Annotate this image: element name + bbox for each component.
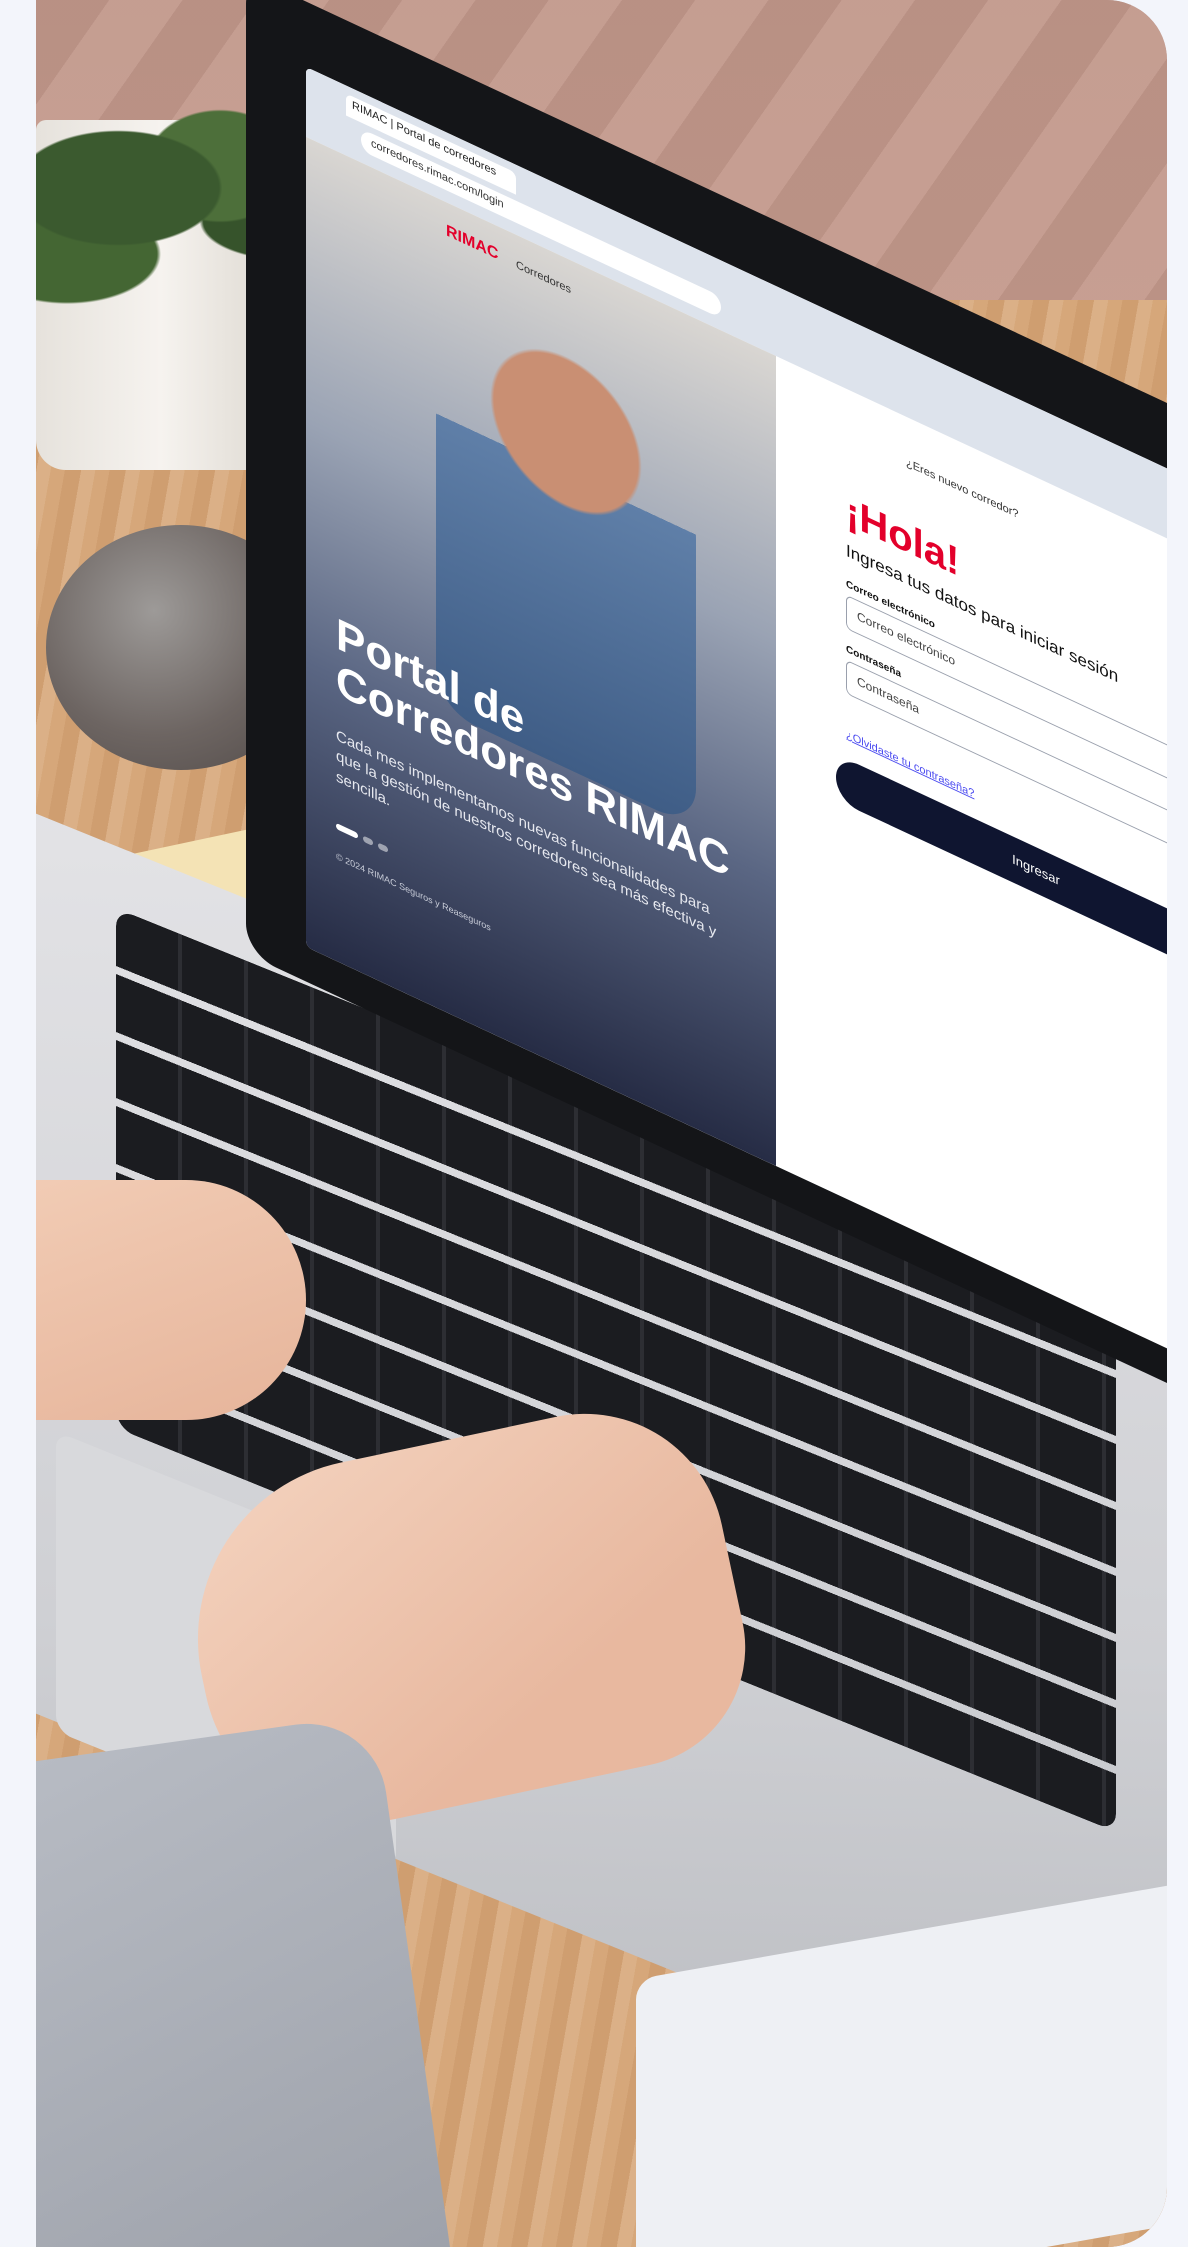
new-broker-text: ¿Eres nuevo corredor? — [906, 456, 1019, 522]
brand-sub-label: Corredores — [516, 258, 572, 297]
left-hand — [36, 1180, 306, 1420]
carousel-dots — [336, 816, 393, 861]
password-placeholder: Contraseña — [857, 673, 920, 717]
photo-card: RIMAC | Portal de corredores corredores.… — [36, 0, 1167, 2247]
copyright-text: © 2024 RIMAC Seguros y Reaseguros — [336, 850, 491, 933]
rimac-logo: RIMAC — [446, 222, 499, 264]
